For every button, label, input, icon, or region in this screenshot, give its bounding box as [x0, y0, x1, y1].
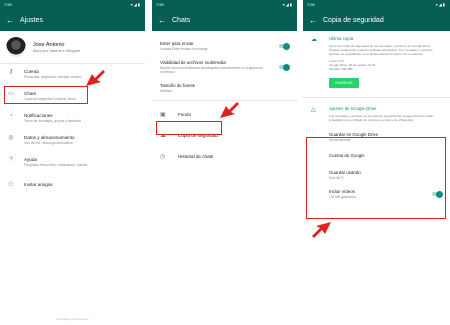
font-size-value: Mediano	[160, 88, 173, 93]
status-icons: ▾◢▮	[130, 2, 141, 7]
page-title: Ajustes	[20, 16, 43, 24]
google-drive-title: Ajustes de Google Drive	[329, 106, 377, 112]
app-bar: ← Copia de seguridad	[303, 9, 450, 31]
settings-item[interactable]: ? Ayuda Preguntas frecuentes, contáctanos,…	[0, 152, 145, 174]
status-time: 7:59	[307, 2, 315, 7]
highlight-box-backup	[156, 121, 222, 135]
back-arrow-icon[interactable]: ←	[158, 16, 172, 25]
profile-name: Jose Antonio	[33, 41, 65, 48]
status-bar: 7:59 ▾◢▮	[152, 0, 297, 9]
last-backup-title: Última copia	[329, 36, 354, 41]
google-drive-icon: △	[311, 107, 316, 114]
status-icons: ▾◢▮	[435, 2, 446, 7]
toggle-row-enter[interactable]: Enter para enviar La tecla Enter enviará…	[152, 37, 297, 56]
status-bar: 7:59 ▾◢▮	[303, 0, 450, 9]
chats-link-item[interactable]: ◷ Historial de chats	[152, 146, 297, 167]
backup-screen: 7:59 ▾◢▮ ← Copia de seguridad ☁ Última c…	[303, 0, 450, 325]
app-bar: ← Chats	[152, 9, 297, 31]
last-backup-section: ☁ Última copia Crea una copia de segurid…	[303, 31, 450, 94]
cloud-upload-icon: ☁	[311, 37, 317, 43]
status-time: 7:59	[4, 2, 12, 7]
save-backup-button[interactable]: GUARDAR	[329, 78, 359, 89]
settings-item[interactable]: ◎ Datos y almacenamiento Uso de red, desca…	[0, 130, 145, 152]
page-title: Chats	[172, 16, 191, 24]
back-arrow-icon[interactable]: ←	[309, 16, 323, 25]
back-arrow-icon[interactable]: ←	[6, 16, 20, 25]
media-toggle[interactable]	[279, 63, 290, 71]
settings-screen: 7:59 ▾◢▮ ← Ajustes Jose Antonio Mucu por…	[0, 0, 145, 325]
settings-item-title: Invitar amigos	[24, 182, 53, 187]
divider	[303, 97, 450, 99]
wallpaper-icon: ▣	[160, 112, 166, 118]
settings-item-subtitle: Preguntas frecuentes, contáctanos, polít…	[24, 163, 88, 167]
settings-item-subtitle: Tonos de mensajes, grupos y llamadas	[24, 119, 81, 123]
backup-size: Tamaño: 392 MB	[329, 67, 353, 72]
profile-row[interactable]: Jose Antonio Mucu por Hacerte a Telegram	[0, 31, 145, 64]
last-backup-description: Crea una copia de seguridad de tus mensa…	[329, 44, 433, 57]
avatar[interactable]	[6, 37, 26, 57]
google-drive-section: △ Ajustes de Google Drive Los mensajes y…	[303, 101, 450, 127]
enter-toggle[interactable]	[279, 42, 290, 50]
settings-item[interactable]: ⚷ Cuenta Privacidad, seguridad, cambiar nú…	[0, 64, 145, 86]
profile-status: Mucu por Hacerte a Telegram	[33, 48, 81, 53]
footer-text: WhatsApp de Facebook	[56, 317, 89, 321]
google-drive-description: Los mensajes y archivos en la copia de s…	[329, 114, 434, 123]
settings-item[interactable]: ⚇ Invitar amigos	[0, 177, 145, 199]
settings-item-subtitle: Uso de red, descarga automática	[24, 141, 73, 145]
status-icons: ▾◢▮	[282, 2, 293, 7]
key-icon: ⚷	[8, 69, 14, 75]
font-size-row[interactable]: Tamaño de fuente Mediano	[152, 79, 297, 98]
chats-link-label: Fondo	[178, 112, 192, 117]
invite-icon: ⚇	[8, 182, 14, 188]
settings-item-subtitle: Privacidad, seguridad, cambiar número	[24, 75, 82, 79]
chats-settings-screen: 7:59 ▾◢▮ ← Chats Enter para enviar La te…	[152, 0, 297, 325]
status-bar: 7:59 ▾◢▮	[0, 0, 145, 9]
toggle-subtitle: La tecla Enter enviará tu mensaje	[160, 47, 208, 51]
pointer-arrow-icon	[86, 70, 105, 86]
font-size-title: Tamaño de fuente	[160, 82, 196, 88]
toggle-subtitle: Mostrar archivos multimedia descargados …	[160, 65, 263, 75]
help-icon: ?	[9, 157, 13, 163]
bell-icon: ◔	[9, 113, 13, 119]
highlight-box-drive-settings	[306, 137, 446, 219]
pointer-arrow-icon	[220, 102, 239, 118]
pointer-arrow-icon	[312, 222, 331, 238]
page-title: Copia de seguridad	[323, 16, 384, 24]
history-icon: ◷	[160, 154, 166, 160]
app-bar: ← Ajustes	[0, 9, 145, 31]
data-icon: ◎	[8, 135, 14, 141]
highlight-box-chats	[4, 86, 88, 104]
status-time: 7:59	[156, 2, 164, 7]
settings-item[interactable]: ◔ Notificaciones Tonos de mensajes, grupos…	[0, 108, 145, 130]
toggle-row-media[interactable]: Visibilidad de archivos multimedia Mostr…	[152, 56, 297, 79]
chats-link-label: Historial de chats	[178, 154, 214, 159]
